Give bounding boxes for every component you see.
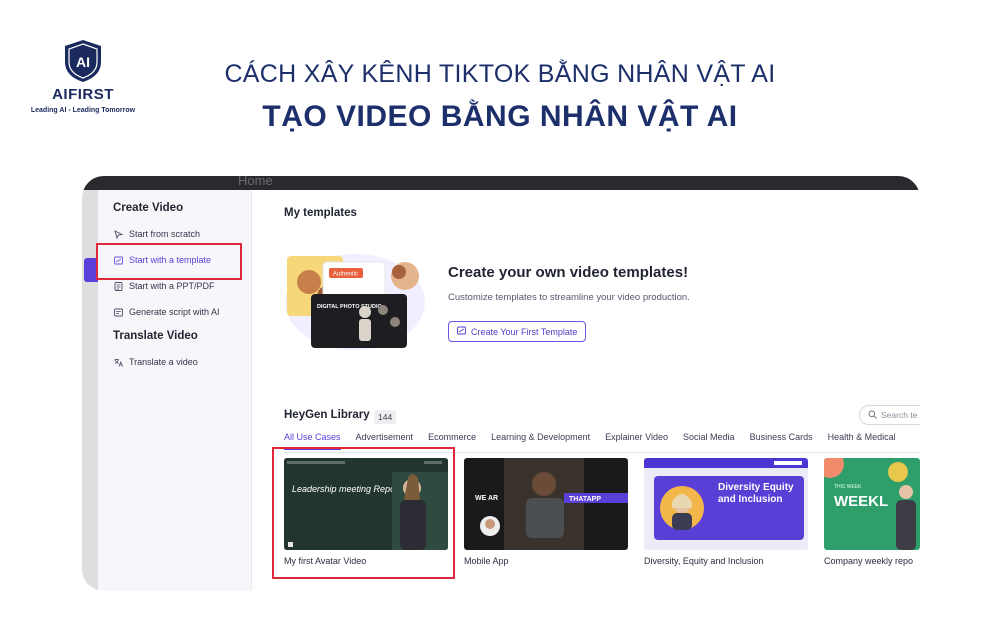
promo-visual-authentic: Authentic — [333, 272, 358, 278]
search-icon — [868, 410, 877, 421]
tab-health-medical[interactable]: Health & Medical — [828, 432, 896, 450]
template-card-mobile-app[interactable]: WE AR THATAPP Mobile App — [464, 458, 628, 566]
logo-tagline: Leading AI - Leading Tomorrow — [30, 107, 136, 114]
create-first-template-button[interactable]: Create Your First Template — [448, 321, 587, 342]
logo-name: AIFIRST — [52, 86, 114, 103]
library-search-input[interactable]: Search te — [859, 405, 920, 425]
main-content: My templates Authentic DIGITAL PHOTO STU… — [253, 190, 920, 591]
heading-line1: CÁCH XÂY KÊNH TIKTOK BẰNG NHÂN VẬT AI — [224, 60, 776, 88]
promo-visual-studio: DIGITAL PHOTO STUDIO — [317, 304, 383, 310]
promo-title: Create your own video templates! — [448, 264, 689, 281]
generate-script-item[interactable]: Generate script with AI — [114, 303, 220, 321]
card-label: Company weekly repo — [824, 556, 914, 566]
logo-mark: AI — [76, 54, 90, 70]
shield-icon: AI — [65, 40, 101, 82]
top-bar: Home — [82, 176, 920, 190]
template-card-weekly-report[interactable]: THIS WEEK WEEKL Company weekly repo — [824, 458, 920, 566]
card-label: Diversity, Equity and Inclusion — [644, 556, 764, 566]
thumb-text-diversity: Diversity Equity and Inclusion — [718, 482, 794, 505]
thumb-text-we-ar: WE AR — [475, 495, 498, 502]
heading-line2: TẠO VIDEO BẰNG NHÂN VẬT AI — [262, 100, 738, 133]
card-label: Mobile App — [464, 556, 509, 566]
create-template-label: Create Your First Template — [471, 326, 578, 337]
tab-learning-development[interactable]: Learning & Development — [491, 432, 590, 450]
template-icon — [457, 326, 466, 337]
card-thumbnail: Diversity Equity and Inclusion — [644, 458, 808, 550]
highlight-first-card-box — [272, 447, 455, 579]
search-placeholder: Search te — [881, 410, 918, 420]
aifirst-logo: AI AIFIRST Leading AI - Leading Tomorrow — [28, 38, 138, 114]
template-card-diversity[interactable]: Diversity Equity and Inclusion Diversity… — [644, 458, 808, 566]
create-video-title: Create Video — [113, 202, 184, 214]
library-count-badge: 144 — [374, 410, 397, 424]
card-thumbnail: WE AR THATAPP — [464, 458, 628, 550]
translate-icon — [114, 358, 123, 367]
library-title: HeyGen Library — [284, 409, 370, 421]
my-templates-title: My templates — [284, 207, 357, 219]
sidebar-item-label: Generate script with AI — [129, 307, 220, 317]
highlight-template-box — [96, 243, 242, 280]
thumb-text-weekl: WEEKL — [834, 493, 888, 510]
tab-business-cards[interactable]: Business Cards — [750, 432, 813, 450]
script-icon — [114, 308, 123, 317]
start-from-scratch-item[interactable]: Start from scratch — [114, 225, 200, 243]
sidebar-item-label: Start from scratch — [129, 229, 201, 239]
translate-video-title: Translate Video — [113, 330, 198, 342]
thumb-text-this-week: THIS WEEK — [834, 484, 862, 490]
sidebar-item-label: Translate a video — [129, 357, 198, 367]
tab-social-media[interactable]: Social Media — [683, 432, 735, 450]
card-thumbnail: THIS WEEK WEEKL — [824, 458, 920, 550]
template-promo-illustration: Authentic DIGITAL PHOTO STUDIO — [283, 242, 428, 352]
translate-a-video-item[interactable]: Translate a video — [114, 353, 198, 371]
promo-subtitle: Customize templates to streamline your v… — [448, 292, 690, 303]
tab-explainer-video[interactable]: Explainer Video — [605, 432, 668, 450]
app-screenshot: Home Create Video Start from scratch Sta… — [82, 176, 920, 591]
cursor-icon — [114, 229, 124, 239]
sidebar-item-label: Start with a PPT/PDF — [129, 281, 215, 291]
thumb-text-thatapp: THATAPP — [569, 496, 601, 503]
document-icon — [114, 281, 123, 291]
ghost-home-label: Home — [238, 176, 273, 188]
